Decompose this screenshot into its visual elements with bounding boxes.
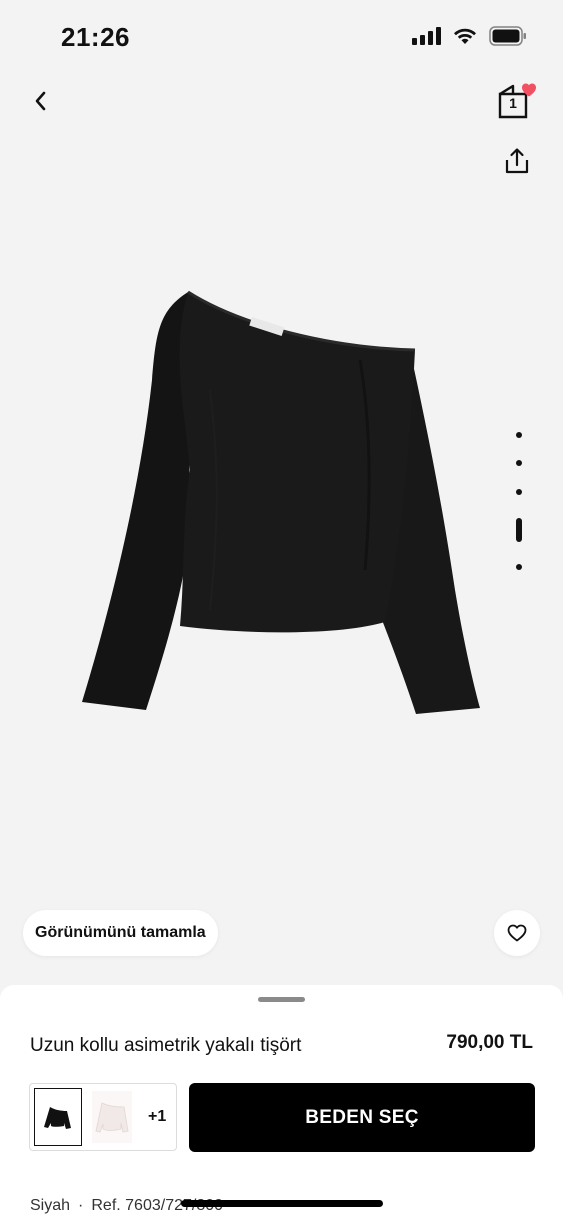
color-swatches: +1 xyxy=(29,1083,177,1151)
color-swatch-black[interactable] xyxy=(34,1088,82,1146)
product-price: 790,00 TL xyxy=(446,1032,533,1053)
product-name: Uzun kollu asimetrik yakalı tişört xyxy=(30,1035,302,1056)
sheet-grabber[interactable] xyxy=(258,997,305,1002)
battery-icon xyxy=(489,26,526,46)
more-colors-count[interactable]: +1 xyxy=(148,1108,166,1126)
heart-badge-icon xyxy=(522,83,536,97)
share-button[interactable] xyxy=(504,147,530,175)
status-time: 21:26 xyxy=(61,22,130,52)
page-dot[interactable] xyxy=(516,432,522,438)
shopping-bag-button[interactable]: 1 xyxy=(497,82,537,122)
wifi-icon xyxy=(454,28,476,44)
share-icon xyxy=(505,148,529,174)
signal-icon xyxy=(412,27,441,45)
home-indicator xyxy=(181,1200,383,1207)
image-pagination[interactable] xyxy=(512,428,526,578)
color-swatch-white[interactable] xyxy=(88,1088,136,1146)
chevron-left-icon xyxy=(35,91,46,111)
page-dot[interactable] xyxy=(516,489,522,495)
complete-look-button[interactable]: Görünümünü tamamla xyxy=(23,910,218,956)
meta-separator: · xyxy=(78,1197,84,1214)
heart-icon xyxy=(507,924,527,942)
select-size-label: BEDEN SEÇ xyxy=(305,1106,419,1128)
color-name: Siyah xyxy=(30,1197,71,1214)
page-dot-active[interactable] xyxy=(516,518,522,542)
black-top-thumbnail-icon xyxy=(44,1107,71,1129)
product-sheet[interactable]: Uzun kollu asimetrik yakalı tişört 790,0… xyxy=(0,985,563,1219)
page-dot[interactable] xyxy=(516,460,522,466)
product-image[interactable] xyxy=(60,270,500,740)
black-asymmetric-top-image xyxy=(82,290,480,714)
status-bar: 21:26 xyxy=(0,0,563,70)
page-dot[interactable] xyxy=(516,564,522,570)
wishlist-button[interactable] xyxy=(494,910,540,956)
complete-look-label: Görünümünü tamamla xyxy=(35,924,206,941)
select-size-button[interactable]: BEDEN SEÇ xyxy=(189,1083,535,1152)
bag-count: 1 xyxy=(509,95,517,111)
white-top-thumbnail-icon xyxy=(92,1091,132,1143)
back-button[interactable] xyxy=(26,86,56,116)
status-icons xyxy=(412,26,527,46)
